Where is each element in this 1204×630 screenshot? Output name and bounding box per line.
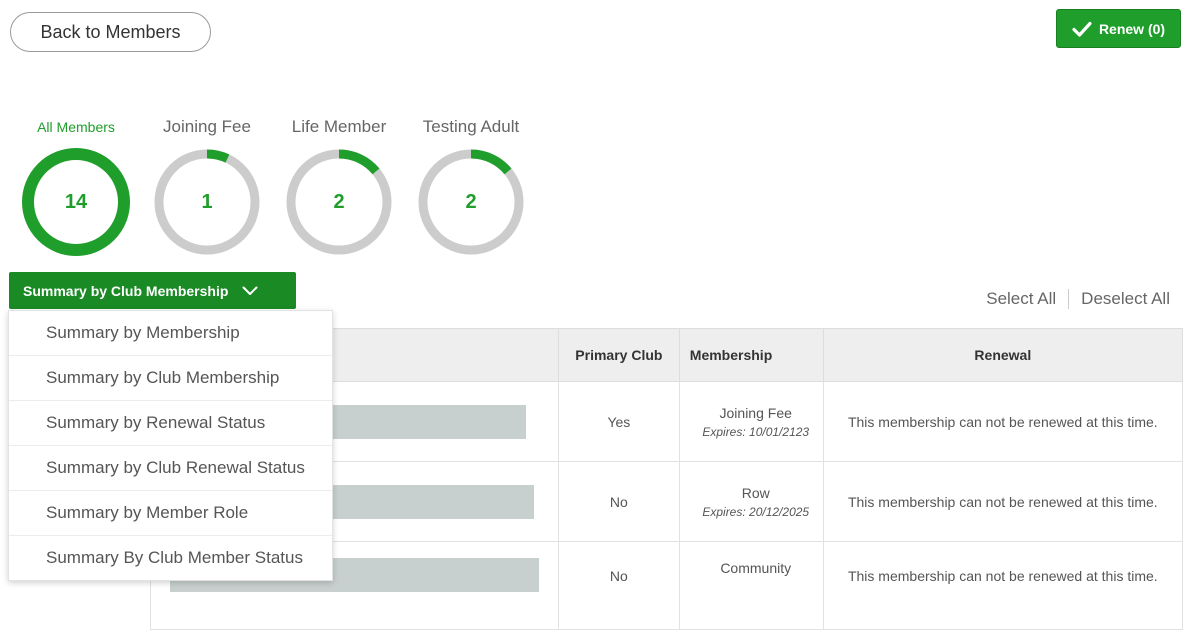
- stat-joining-fee[interactable]: Joining Fee 1: [150, 116, 264, 255]
- stat-label: Life Member: [291, 117, 387, 136]
- column-header-renewal: Renewal: [822, 328, 1184, 382]
- column-header-primary-club: Primary Club: [557, 328, 680, 382]
- stat-label: All Members: [37, 119, 115, 135]
- summary-dropdown-menu: Summary by Membership Summary by Club Me…: [8, 310, 333, 581]
- stat-ring: 14: [20, 146, 132, 258]
- stat-life-member[interactable]: Life Member 2: [282, 116, 396, 255]
- stat-count: 14: [64, 190, 88, 213]
- stat-count: 1: [201, 190, 213, 213]
- primary-club-cell: Yes: [557, 381, 680, 462]
- membership-cell: Joining Fee Expires: 10/01/2123: [678, 381, 824, 462]
- menu-item-summary-by-club-renewal-status[interactable]: Summary by Club Renewal Status: [9, 446, 332, 491]
- chevron-down-icon: [242, 286, 258, 295]
- checkmark-icon: [1072, 21, 1092, 37]
- column-header-membership: Membership: [678, 328, 824, 382]
- menu-item-summary-by-membership[interactable]: Summary by Membership: [9, 311, 332, 356]
- membership-expires: Expires: 20/12/2025: [702, 504, 810, 519]
- stat-count: 2: [333, 190, 345, 213]
- primary-club-cell: No: [557, 461, 680, 542]
- stat-ring: 2: [283, 146, 395, 258]
- stat-label: Joining Fee: [163, 117, 251, 136]
- menu-item-summary-by-club-member-status[interactable]: Summary By Club Member Status: [9, 536, 332, 580]
- stat-all-members[interactable]: All Members 14: [20, 116, 132, 256]
- renew-label: Renew (0): [1098, 20, 1166, 37]
- renew-button[interactable]: Renew (0): [1056, 9, 1181, 48]
- stat-ring: 2: [415, 146, 527, 258]
- membership-expires: Expires: 10/01/2123: [702, 424, 810, 439]
- select-all-link[interactable]: Select All: [986, 289, 1056, 309]
- renewal-cell: This membership can not be renewed at th…: [822, 381, 1184, 462]
- back-to-members-button[interactable]: Back to Members: [10, 12, 211, 52]
- membership-cell: Community: [678, 541, 824, 630]
- membership-name: Community: [720, 560, 792, 576]
- stat-ring: 1: [151, 146, 263, 258]
- primary-club-cell: No: [557, 541, 680, 630]
- stat-label: Testing Adult: [422, 117, 520, 136]
- membership-name: Row: [741, 484, 770, 501]
- stat-testing-adult[interactable]: Testing Adult 2: [412, 116, 530, 255]
- membership-name: Joining Fee: [719, 404, 792, 421]
- menu-item-summary-by-club-membership[interactable]: Summary by Club Membership: [9, 356, 332, 401]
- renewal-cell: This membership can not be renewed at th…: [822, 461, 1184, 542]
- renewal-cell: This membership can not be renewed at th…: [822, 541, 1184, 630]
- menu-item-summary-by-member-role[interactable]: Summary by Member Role: [9, 491, 332, 536]
- summary-dropdown-button[interactable]: Summary by Club Membership: [9, 272, 296, 309]
- stat-count: 2: [465, 190, 477, 213]
- selection-links: Select All Deselect All: [986, 289, 1170, 309]
- deselect-all-link[interactable]: Deselect All: [1081, 289, 1170, 309]
- membership-cell: Row Expires: 20/12/2025: [678, 461, 824, 542]
- summary-dropdown-label: Summary by Club Membership: [23, 282, 229, 299]
- divider: [1068, 289, 1070, 309]
- menu-item-summary-by-renewal-status[interactable]: Summary by Renewal Status: [9, 401, 332, 446]
